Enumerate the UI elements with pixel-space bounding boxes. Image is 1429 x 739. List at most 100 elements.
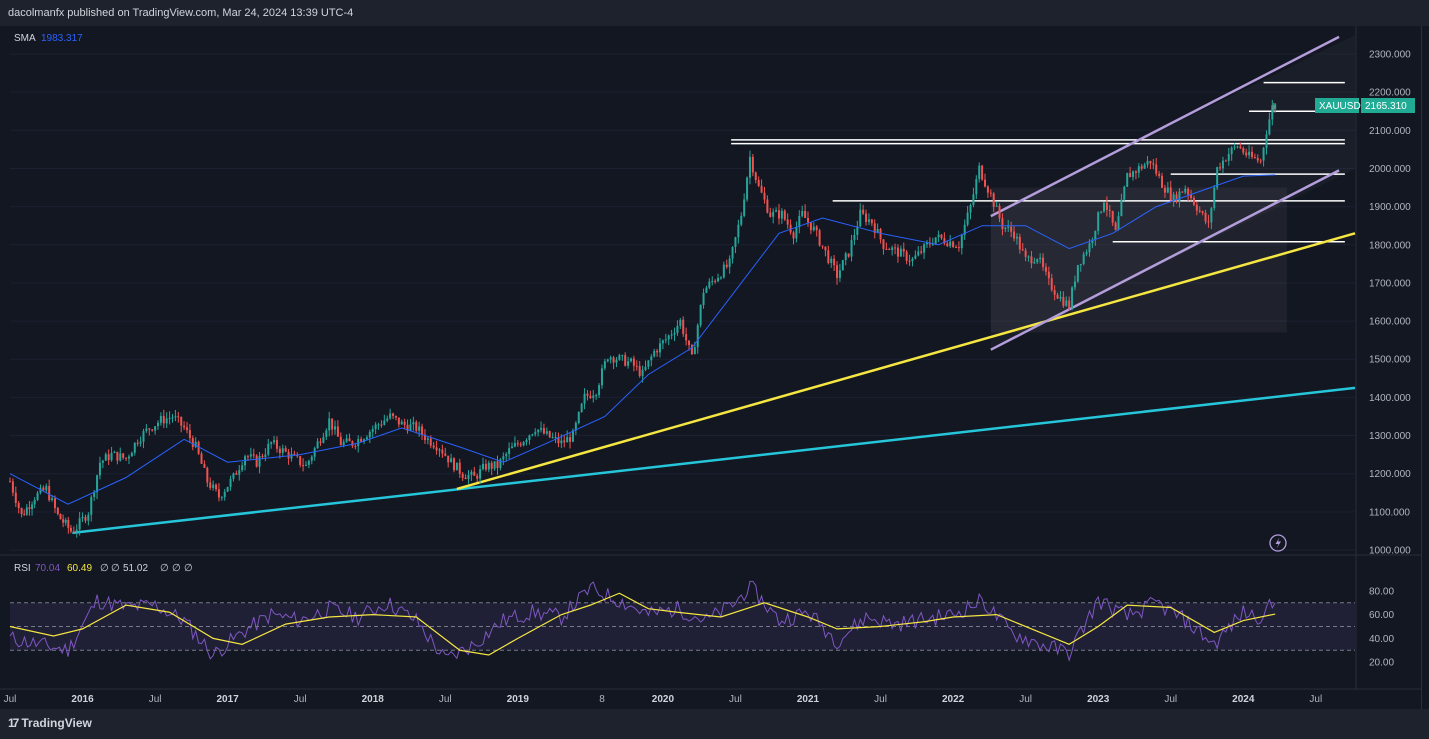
candle-body [1152,163,1155,165]
candle-body [722,264,725,278]
time-tick-label: 2017 [217,694,240,705]
candle-body [342,441,345,446]
time-axis[interactable]: Jul 2016 Jul 2017 Jul 2018 Jul 2019 8 2020 Jul 2021… [4,694,1323,705]
candle-body [844,253,847,261]
candle-body [615,359,618,363]
candle-body [1253,157,1256,159]
price-tick-label: 1300.000 [1369,431,1411,442]
candle-body [1076,265,1079,282]
candle-body [641,369,644,376]
candle-body [551,437,554,439]
candle-body [351,441,354,446]
candle-body [598,385,601,396]
candle-body [1184,188,1187,193]
candle-body [496,461,499,469]
tradingview-logo[interactable]: 17 TradingView [8,716,92,730]
candle-body [62,519,65,523]
candle-body [110,452,113,461]
candle-body [418,426,421,431]
candle-body [1033,262,1036,264]
sma-label[interactable]: SMA [14,33,36,44]
candle-body [511,446,514,449]
candle-body [911,258,914,262]
candle-body [481,463,484,470]
candle-body [394,415,397,418]
candle-body [130,452,133,457]
chart-frame[interactable]: 2300.000 2200.000 2100.000 2000.000 1900.000… [0,26,1422,709]
candle-body [304,464,307,466]
candle-body [339,436,342,446]
flash-icon[interactable] [1269,534,1287,552]
candle-body [618,355,621,360]
candle-body [261,456,264,458]
price-tick-label: 1200.000 [1369,469,1411,480]
candle-body [888,249,891,251]
candle-body [664,339,667,341]
candle-body [1053,290,1056,295]
candle-body [693,347,696,355]
candle-body [476,475,479,479]
time-tick-label: Jul [439,694,452,705]
candle-body [435,447,438,451]
candle-body [59,514,62,520]
candle-body [1010,226,1013,232]
price-tag-value: 2165.310 [1365,101,1407,112]
candle-body [937,234,940,238]
candle-body [217,489,220,498]
candle-body [484,463,487,470]
candle-body [307,460,310,465]
candle-body [9,481,11,483]
candle-body [122,453,125,458]
candle-body [374,424,377,430]
candle-body [505,453,508,457]
candle-body [17,502,20,509]
candle-body [104,454,107,461]
candle-body [1059,297,1062,299]
candle-body [319,441,322,443]
candle-body [777,210,780,219]
candle-body [345,438,348,442]
candle-body [1172,194,1175,201]
candle-body [1126,173,1129,187]
rsi-label[interactable]: RSI [14,563,31,574]
candle-body [1221,160,1224,169]
candle-body [920,251,923,253]
rsi-empty-3: ∅ [160,563,169,574]
candle-body [1198,210,1201,212]
candle-body [400,421,403,425]
candle-body [502,456,505,460]
candle-body [653,350,656,357]
candle-body [371,429,374,432]
candle-body [1088,243,1091,253]
chart-svg[interactable]: 2300.000 2200.000 2100.000 2000.000 1900.000… [0,26,1421,709]
candle-body [180,416,183,426]
candle-body [1262,147,1265,161]
candle-body [148,428,151,430]
candle-body [368,431,371,438]
candle-body [885,248,888,250]
rsi-ma-value: 60.49 [67,563,92,574]
candle-body [957,247,960,249]
candle-body [151,429,154,431]
tradingview-brand: TradingView [21,716,92,730]
candle-body [865,213,868,222]
candle-body [569,437,572,442]
time-tick-label: 2018 [362,694,385,705]
time-tick-label: 2016 [71,694,94,705]
candle-body [995,205,998,207]
candle-body [450,458,453,463]
candle-body [1021,249,1024,251]
candle-body [348,438,351,442]
candle-body [891,247,894,251]
candle-body [586,393,589,396]
candle-body [670,334,673,336]
price-axis[interactable]: 2300.000 2200.000 2100.000 2000.000 1900.000… [1369,50,1411,669]
rsi-tick-label: 80.00 [1369,586,1394,597]
candle-body [20,508,23,514]
candle-body [441,449,444,454]
footer-bar [0,709,1429,739]
candle-body [1007,226,1010,228]
candle-body [795,227,798,239]
candle-body [635,365,638,367]
candle-body [833,258,836,266]
